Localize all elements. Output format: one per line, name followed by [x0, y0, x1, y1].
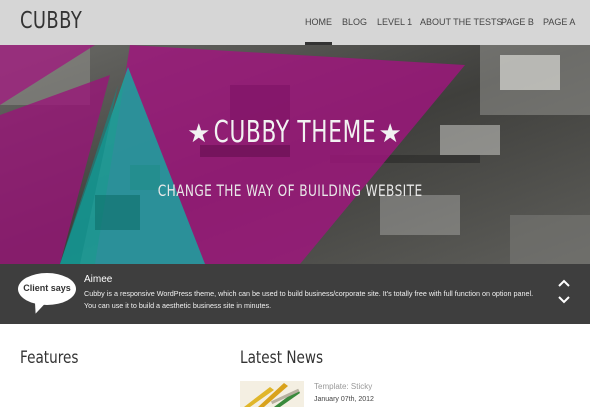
news-thumbnail[interactable]: [240, 381, 304, 407]
nav-item-blog[interactable]: BLOG: [342, 0, 367, 45]
site-header: CUBBY HOME BLOG LEVEL 1 ABOUT THE TESTS …: [0, 0, 590, 45]
news-item-title[interactable]: Template: Sticky: [314, 382, 372, 391]
nav-item-page-b[interactable]: PAGE B: [501, 0, 534, 45]
hero-title-text: CUBBY THEME: [213, 115, 377, 150]
chevron-down-icon: [558, 296, 570, 304]
hero-subtitle: CHANGE THE WAY OF BUILDING WEBSITE: [0, 181, 580, 200]
testimonial-author: Aimee: [84, 274, 113, 285]
hero-slider: ★ CUBBY THEME ★ CHANGE THE WAY OF BUILDI…: [0, 45, 590, 264]
star-icon: ★: [187, 119, 212, 149]
testimonial-next-button[interactable]: [556, 293, 572, 307]
star-icon: ★: [378, 119, 403, 149]
features-heading: Features: [20, 348, 79, 368]
nav-item-page-a[interactable]: PAGE A: [543, 0, 575, 45]
nav-item-home[interactable]: HOME: [305, 0, 332, 45]
nav-item-level-1[interactable]: LEVEL 1: [377, 0, 412, 45]
hero-background-image: [0, 45, 590, 264]
hero-subtitle-text: CHANGE THE WAY OF BUILDING WEBSITE: [157, 181, 423, 200]
main-nav: HOME BLOG LEVEL 1 ABOUT THE TESTS PAGE B…: [0, 0, 590, 45]
testimonial-bar: Client says Aimee Cubby is a responsive …: [0, 264, 590, 324]
client-says-label: Client says: [23, 283, 71, 293]
news-item-date: January 07th, 2012: [314, 396, 374, 403]
testimonial-prev-button[interactable]: [556, 276, 572, 290]
hero-title: ★ CUBBY THEME ★: [0, 115, 590, 150]
latest-news-heading: Latest News: [240, 348, 324, 368]
nav-item-about-the-tests[interactable]: ABOUT THE TESTS: [420, 0, 503, 45]
chevron-up-icon: [558, 279, 570, 287]
testimonial-text: Cubby is a responsive WordPress theme, w…: [84, 289, 534, 310]
